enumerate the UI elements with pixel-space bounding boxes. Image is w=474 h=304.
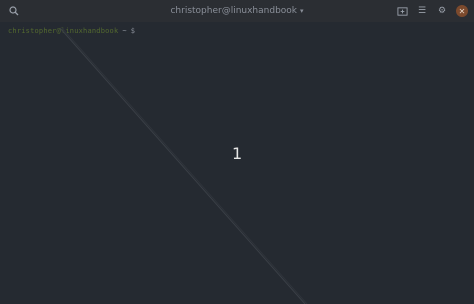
gear-icon[interactable]: ⚙ <box>436 5 448 17</box>
window-title-text: christopher@linuxhandbook <box>170 6 298 16</box>
prompt-user: christopher@linuxhandbook <box>8 27 119 35</box>
chevron-down-icon: ▾ <box>300 7 304 15</box>
terminal-prompt: christopher@linuxhandbook ~ $ <box>8 27 135 35</box>
new-tab-icon[interactable] <box>396 5 408 17</box>
diagonal-line <box>59 27 308 304</box>
window-titlebar: christopher@linuxhandbook ▾ ☰ ⚙ ✕ <box>0 0 474 22</box>
hamburger-menu-icon[interactable]: ☰ <box>416 5 428 17</box>
close-icon[interactable]: ✕ <box>456 5 468 17</box>
prompt-path: ~ <box>122 27 127 35</box>
terminal-area[interactable]: christopher@linuxhandbook ~ $ 1 <box>0 22 474 304</box>
overlay-number: 1 <box>232 144 243 163</box>
prompt-symbol: $ <box>130 27 136 35</box>
titlebar-actions: ☰ ⚙ ✕ <box>396 5 468 17</box>
